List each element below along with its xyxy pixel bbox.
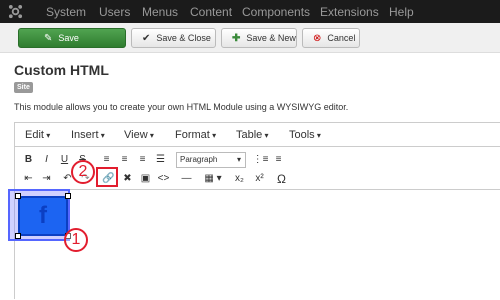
- unlink-icon[interactable]: ✖: [119, 171, 136, 187]
- subscript-button[interactable]: x₂: [231, 171, 248, 187]
- menu-components[interactable]: Components: [242, 5, 310, 19]
- menu-users[interactable]: Users: [99, 5, 130, 19]
- wysiwyg-editor: Edit Insert View Format Table Tools B I …: [14, 122, 500, 300]
- action-toolbar: ✎ Save ✔ Save & Close ✚ Save & New ⊗ Can…: [0, 23, 500, 53]
- resize-handle[interactable]: [15, 233, 21, 239]
- table-dropdown-icon[interactable]: ▦ ▾: [198, 171, 228, 187]
- resize-handle[interactable]: [65, 193, 71, 199]
- indent-icon[interactable]: ⇥: [38, 171, 55, 187]
- save-button[interactable]: ✎ Save: [18, 28, 126, 48]
- numbered-list-icon[interactable]: ≡: [270, 152, 287, 168]
- menu-help[interactable]: Help: [389, 5, 414, 19]
- menu-system[interactable]: System: [46, 5, 86, 19]
- cancel-circle-icon: ⊗: [313, 32, 322, 44]
- insert-image-icon[interactable]: ▣: [137, 171, 154, 187]
- step-marker-1: 1: [64, 228, 88, 252]
- insert-link-highlight: [96, 167, 118, 187]
- save-new-label: Save & New: [246, 33, 296, 43]
- resize-handle[interactable]: [15, 193, 21, 199]
- joomla-logo-icon[interactable]: [8, 4, 23, 19]
- save-close-button[interactable]: ✔ Save & Close: [131, 28, 216, 48]
- save-close-label: Save & Close: [156, 33, 211, 43]
- align-right-icon[interactable]: ≡: [134, 152, 151, 168]
- cancel-label: Cancel: [327, 33, 356, 43]
- bullet-list-icon[interactable]: ⋮≡: [252, 152, 269, 168]
- step-marker-2: 2: [71, 160, 95, 184]
- check-icon: ✔: [142, 32, 151, 44]
- editor-menu-insert[interactable]: Insert: [71, 129, 105, 141]
- align-left-icon[interactable]: ≡: [98, 152, 115, 168]
- save-new-button[interactable]: ✚ Save & New: [221, 28, 297, 48]
- site-badge: Site: [14, 82, 33, 93]
- special-character-button[interactable]: Ω: [273, 171, 290, 187]
- edit-icon: ✎: [44, 32, 53, 44]
- align-center-icon[interactable]: ≡: [116, 152, 133, 168]
- editor-menubar: Edit Insert View Format Table Tools: [15, 123, 500, 147]
- menu-extensions[interactable]: Extensions: [320, 5, 379, 19]
- outdent-icon[interactable]: ⇤: [20, 171, 37, 187]
- cancel-button[interactable]: ⊗ Cancel: [302, 28, 360, 48]
- editor-menu-tools[interactable]: Tools: [289, 129, 321, 141]
- format-select[interactable]: Paragraph: [176, 152, 246, 168]
- align-justify-icon[interactable]: ☰: [152, 152, 169, 168]
- editor-menu-format[interactable]: Format: [175, 129, 216, 141]
- editor-content-area[interactable]: [15, 189, 500, 300]
- facebook-image[interactable]: f: [18, 196, 68, 236]
- underline-button[interactable]: U: [56, 152, 73, 168]
- module-description: This module allows you to create your ow…: [14, 102, 349, 112]
- menu-menus[interactable]: Menus: [142, 5, 178, 19]
- superscript-button[interactable]: x²: [251, 171, 268, 187]
- menu-content[interactable]: Content: [190, 5, 232, 19]
- source-code-icon[interactable]: <>: [155, 171, 172, 187]
- horizontal-rule-icon[interactable]: —: [178, 171, 195, 187]
- editor-menu-edit[interactable]: Edit: [25, 129, 50, 141]
- plus-icon: ✚: [232, 32, 241, 44]
- editor-menu-table[interactable]: Table: [236, 129, 269, 141]
- page-title: Custom HTML: [14, 62, 109, 78]
- italic-button[interactable]: I: [38, 152, 55, 168]
- save-label: Save: [58, 33, 79, 43]
- editor-menu-view[interactable]: View: [124, 129, 154, 141]
- bold-button[interactable]: B: [20, 152, 37, 168]
- admin-topbar: System Users Menus Content Components Ex…: [0, 0, 500, 23]
